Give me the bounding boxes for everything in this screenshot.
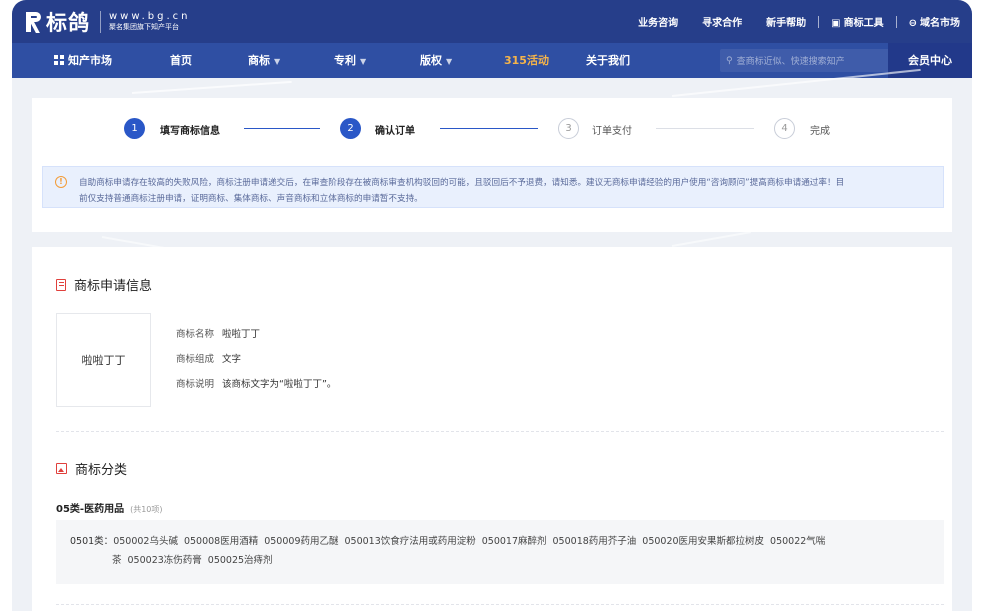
search-icon: ⚲ [726, 55, 733, 66]
top-link-domain[interactable]: ⊖ 域名市场 [909, 14, 960, 29]
trademark-info-card: 商标申请信息 啦啦丁丁 商标名称 啦啦丁丁 商标组成 文字 商标说明 该商标文字为“啦… [32, 247, 952, 611]
application-section-label: 商标申请信息 [74, 279, 153, 294]
step-2-label: 确认订单 [375, 126, 415, 137]
trademark-name-value: 啦啦丁丁 [222, 329, 261, 340]
nav-market-label: 知产市场 [68, 54, 112, 67]
trademark-desc-value: 该商标文字为“啦啦丁丁”。 [222, 379, 337, 390]
class-item: 050018药用芥子油 [552, 536, 637, 547]
class-items-line-1: 0501类：050002乌头碱 050008医用酒精 050009药用乙醚 05001… [70, 532, 930, 551]
section-divider [56, 431, 944, 432]
search-input[interactable]: ⚲ 查商标近似、快速搜索知产 [720, 49, 890, 72]
top-links-divider [895, 15, 897, 28]
trademark-composition-label: 商标组成 [176, 354, 215, 365]
trademark-desc-label: 商标说明 [176, 379, 215, 390]
section-divider [56, 604, 944, 605]
nav-home[interactable]: 首页 [170, 43, 192, 78]
class-item: 050022气喘 [770, 536, 826, 547]
class-items-line-2: 茶 050023冻伤药膏 050025治痔剂 [70, 551, 930, 570]
class-item: 050025治痔剂 [207, 555, 273, 566]
class-item: 茶 [112, 555, 122, 566]
class-item: 050013饮食疗法用或药用淀粉 [344, 536, 476, 547]
nav-copyright[interactable]: 版权 ▼ [420, 43, 452, 78]
chevron-down-icon: ▼ [360, 57, 367, 66]
nav-trademark-label: 商标 [248, 54, 270, 67]
classification-section-label: 商标分类 [75, 463, 128, 478]
top-links-divider [818, 15, 820, 28]
step-connector [656, 128, 754, 129]
top-links: 业务咨询 寻求合作 新手帮助 ▣ 商标工具 ⊖ 域名市场 [626, 14, 972, 29]
class-item: 050008医用酒精 [183, 536, 259, 547]
top-link-consult[interactable]: 业务咨询 [638, 14, 678, 29]
trademark-preview: 啦啦丁丁 [56, 313, 151, 407]
brand-url: www.bg.cn [109, 11, 191, 22]
class-item: 050020医用安果斯都拉树皮 [642, 536, 765, 547]
risk-notice: ! 自助商标申请存在较高的失败风险，商标注册申请递交后，在审查阶段存在被商标审查… [42, 166, 944, 208]
class-item: 050023冻伤药膏 [127, 555, 202, 566]
nav-copyright-label: 版权 [420, 54, 442, 67]
step-connector [440, 128, 538, 129]
nav-trademark[interactable]: 商标 ▼ [248, 43, 280, 78]
globe-icon: ⊖ [908, 18, 917, 29]
step-1-circle: 1 [124, 118, 145, 139]
trademark-name-row: 商标名称 啦啦丁丁 [176, 326, 260, 340]
step-3-circle: 3 [558, 118, 579, 139]
nav-about[interactable]: 关于我们 [586, 43, 630, 78]
class-title: 05类-医药用品 (共10项) [56, 500, 163, 515]
notice-line-2: 前仅支持普通商标注册申请，证明商标、集体商标、声音商标和立体商标的申请暂不支持。 [79, 194, 423, 204]
top-bar: 标鸽 www.bg.cn 聚名集团旗下知产平台 业务咨询 寻求合作 新手帮助 ▣… [12, 0, 972, 43]
progress-steps: 1 填写商标信息 2 确认订单 3 订单支付 4 完成 [32, 118, 952, 142]
main-nav: 知产市场 首页 商标 ▼ 专利 ▼ 版权 ▼ 315活动 关于我们 ⚲ 查商标近似、快… [12, 43, 972, 78]
top-link-help[interactable]: 新手帮助 [766, 14, 806, 29]
trademark-composition-value: 文字 [222, 354, 242, 365]
class-item: 050002乌头碱 [113, 536, 178, 547]
page-frame: 标鸽 www.bg.cn 聚名集团旗下知产平台 业务咨询 寻求合作 新手帮助 ▣… [12, 0, 972, 611]
brand-divider [100, 10, 101, 33]
top-link-tools[interactable]: ▣ 商标工具 [831, 14, 883, 29]
nav-patent-label: 专利 [334, 54, 356, 67]
nav-315[interactable]: 315活动 [504, 43, 549, 78]
background-streak [671, 231, 751, 247]
brand-name[interactable]: 标鸽 [46, 7, 90, 37]
application-section-title: 商标申请信息 [56, 275, 152, 294]
trademark-desc-row: 商标说明 该商标文字为“啦啦丁丁”。 [176, 376, 336, 390]
trademark-composition-row: 商标组成 文字 [176, 351, 241, 365]
brand-tagline: 聚名集团旗下知产平台 [109, 23, 179, 31]
step-4-circle: 4 [774, 118, 795, 139]
toolbox-icon: ▣ [831, 18, 841, 29]
class-name: 05类-医药用品 [56, 504, 125, 515]
step-2-circle: 2 [340, 118, 361, 139]
top-link-cooperation[interactable]: 寻求合作 [702, 14, 742, 29]
class-items-box: 0501类：050002乌头碱 050008医用酒精 050009药用乙醚 05001… [56, 520, 944, 584]
search-placeholder: 查商标近似、快速搜索知产 [736, 57, 845, 67]
classification-section-title: 商标分类 [56, 459, 127, 478]
logo-icon[interactable] [26, 11, 42, 33]
class-item: 050017麻醉剂 [481, 536, 547, 547]
class-group-label: 0501类： [70, 536, 114, 547]
nav-market[interactable]: 知产市场 [54, 43, 112, 78]
brand-sub: www.bg.cn 聚名集团旗下知产平台 [109, 12, 191, 31]
class-count: (共10项) [130, 505, 163, 514]
top-link-domain-label: 域名市场 [920, 18, 960, 29]
step-1-label: 填写商标信息 [160, 126, 220, 137]
notice-line-1: 自助商标申请存在较高的失败风险，商标注册申请递交后，在审查阶段存在被商标审查机构… [79, 178, 845, 188]
document-icon [56, 278, 66, 291]
trademark-name-label: 商标名称 [176, 329, 215, 340]
step-connector [244, 128, 320, 129]
chevron-down-icon: ▼ [446, 57, 453, 66]
warning-icon: ! [55, 176, 67, 188]
top-link-tools-label: 商标工具 [843, 18, 884, 29]
grid-icon [54, 55, 64, 65]
class-item: 050009药用乙醚 [264, 536, 339, 547]
order-steps-card: 1 填写商标信息 2 确认订单 3 订单支付 4 完成 ! 自助商标申请存在较高… [32, 98, 952, 232]
image-icon [56, 463, 67, 474]
background-streak [131, 80, 292, 94]
nav-patent[interactable]: 专利 ▼ [334, 43, 366, 78]
step-3-label: 订单支付 [592, 126, 632, 137]
step-4-label: 完成 [810, 126, 830, 137]
chevron-down-icon: ▼ [274, 57, 281, 66]
